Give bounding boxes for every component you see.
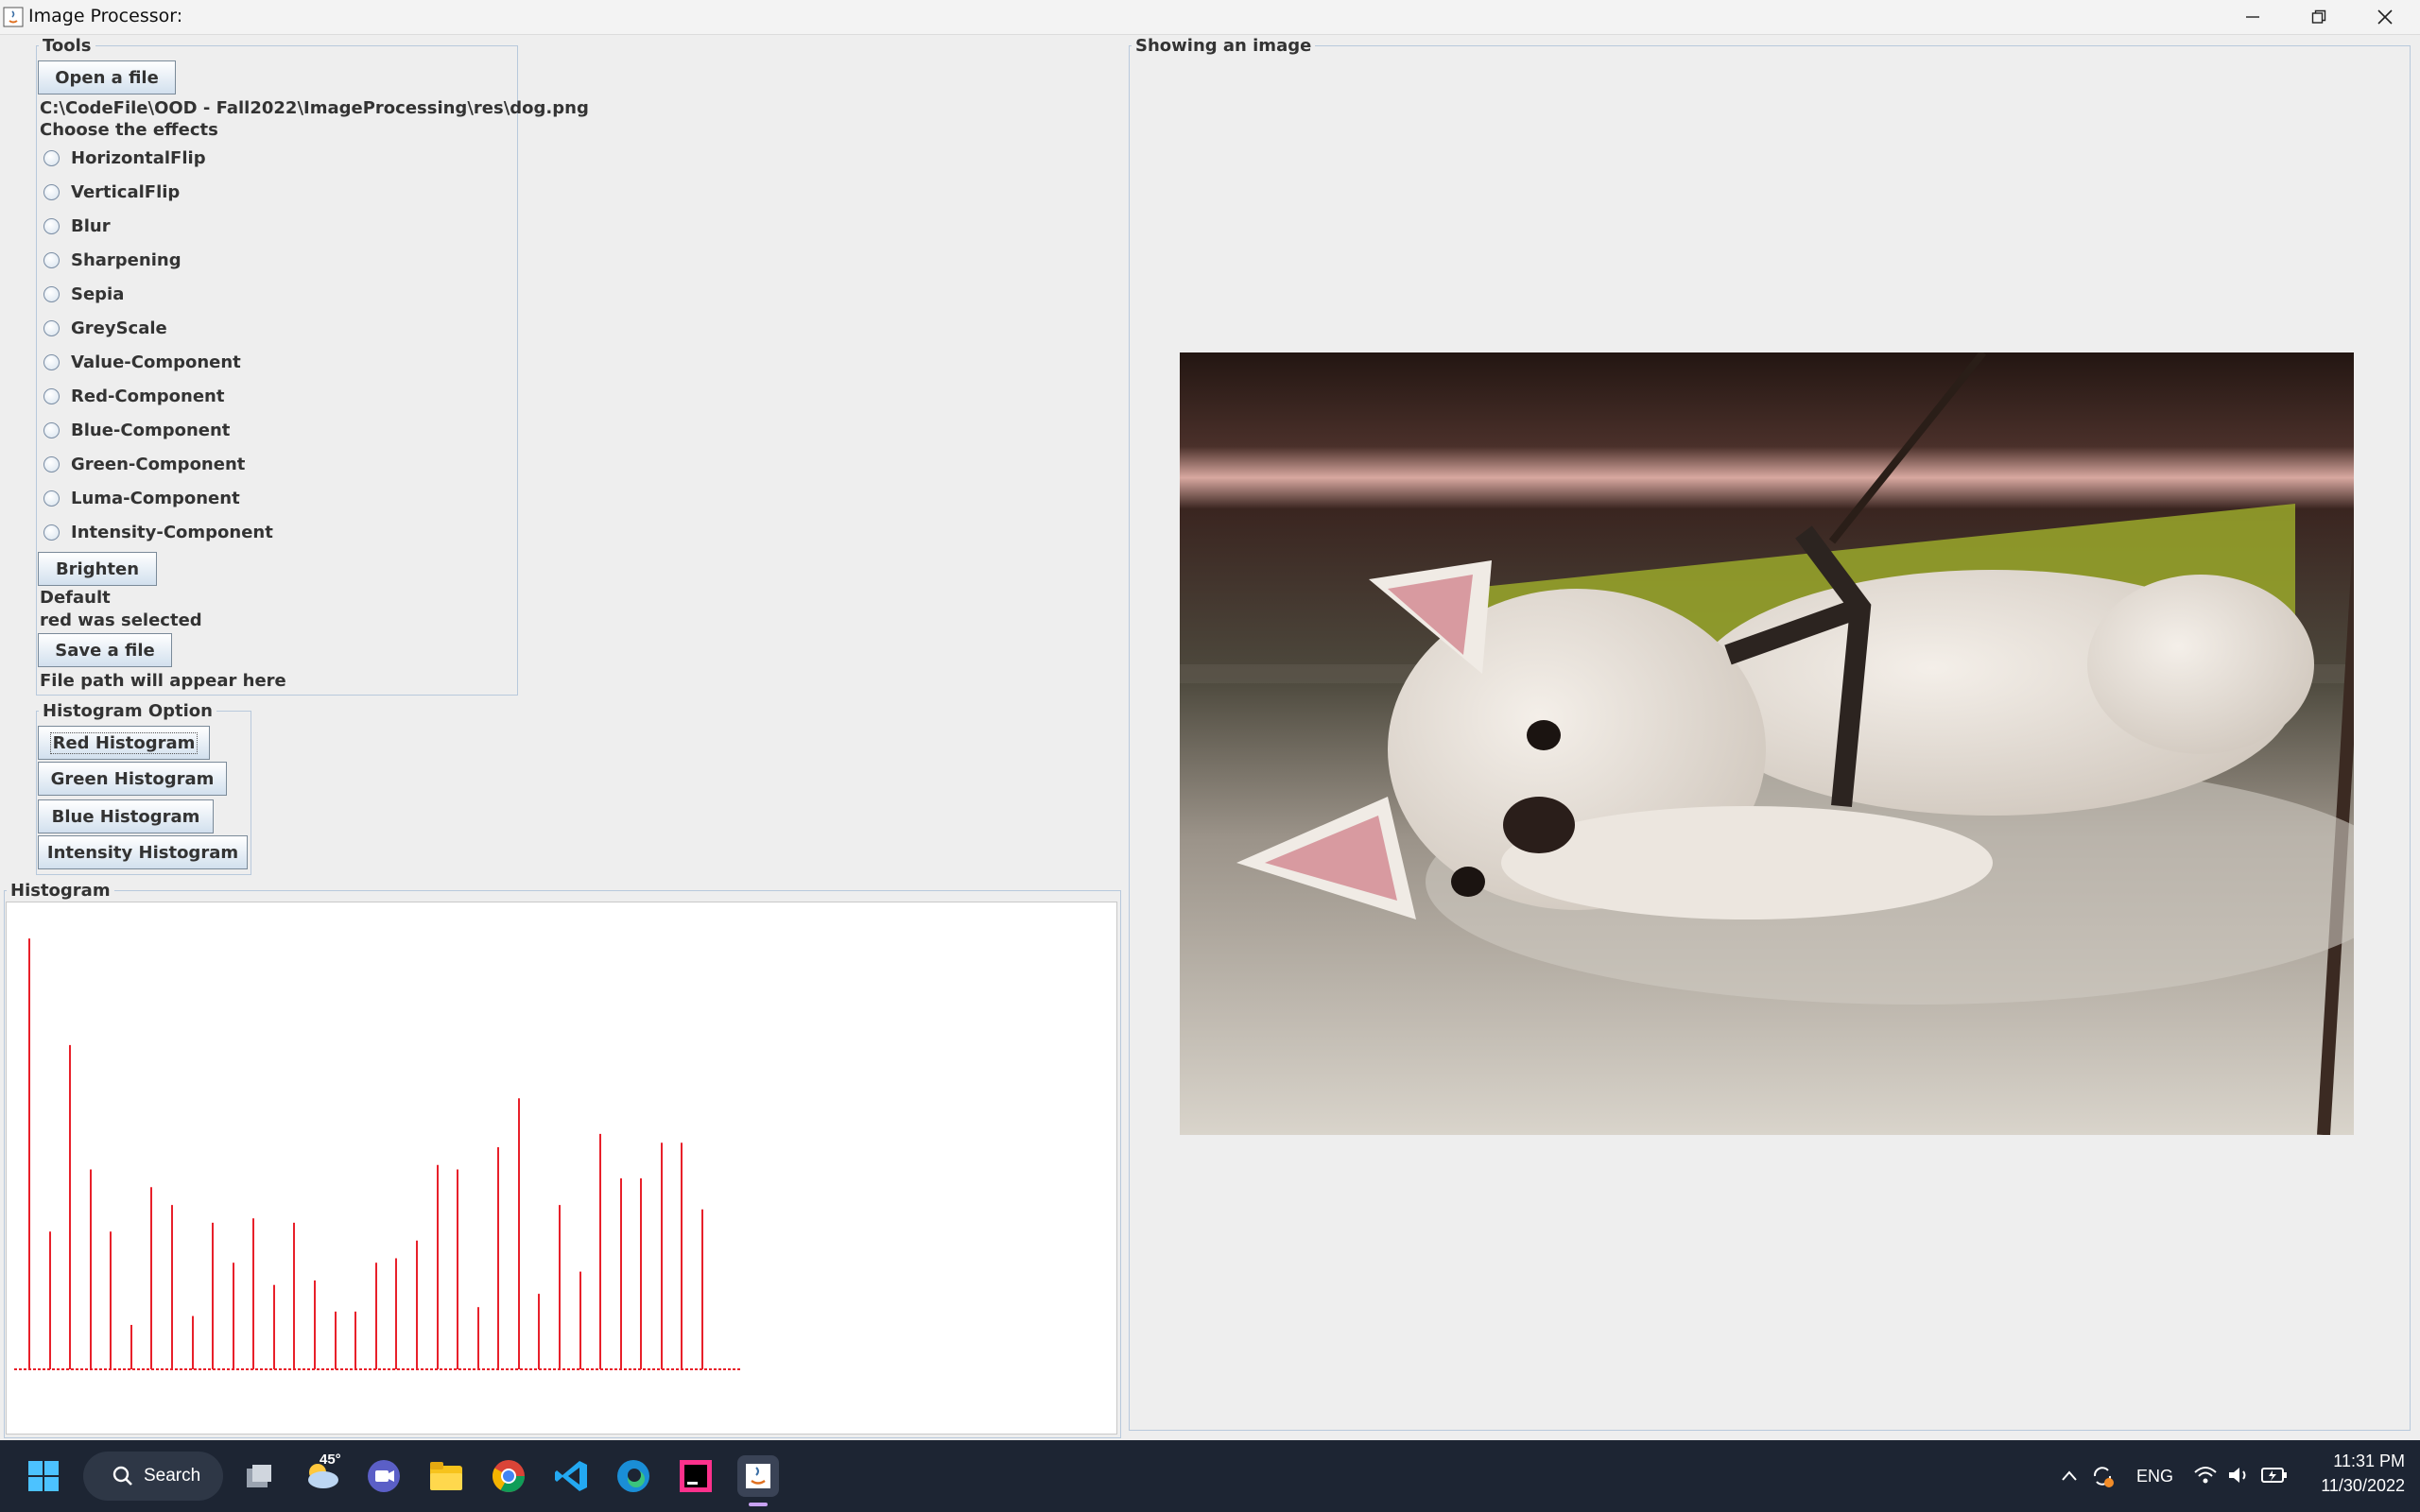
window-title: Image Processor: — [28, 6, 183, 26]
intellij-icon[interactable] — [675, 1455, 717, 1497]
file-path-label: C:\CodeFile\OOD - Fall2022\ImageProcessi… — [40, 98, 589, 118]
title-bar — [0, 0, 2420, 35]
restore-icon — [2311, 9, 2326, 24]
java-app-taskbar-icon[interactable] — [737, 1455, 779, 1497]
green-histogram-button[interactable]: Green Histogram — [38, 762, 227, 796]
radio-blur[interactable]: Blur — [43, 215, 111, 237]
sync-icon[interactable] — [2089, 1463, 2116, 1494]
radio-icon — [43, 421, 60, 438]
chrome-icon[interactable] — [488, 1455, 529, 1497]
radio-greyscale[interactable]: GreyScale — [43, 317, 167, 339]
radio-icon — [43, 524, 60, 541]
chevron-up-icon[interactable] — [2061, 1467, 2078, 1486]
status-default-label: Default — [40, 588, 111, 608]
radio-icon — [43, 455, 60, 472]
red-histogram-label: Red Histogram — [49, 731, 199, 754]
displayed-image — [1180, 352, 2354, 1135]
close-icon — [2377, 9, 2393, 25]
red-histogram-button[interactable]: Red Histogram — [38, 726, 210, 760]
close-button[interactable] — [2352, 0, 2418, 34]
radio-icon — [43, 251, 60, 268]
start-button[interactable] — [26, 1459, 60, 1493]
battery-icon[interactable] — [2261, 1467, 2288, 1488]
active-app-indicator — [749, 1503, 768, 1506]
radio-value-component[interactable]: Value-Component — [43, 351, 241, 373]
radio-sharpening[interactable]: Sharpening — [43, 249, 182, 271]
radio-icon — [43, 387, 60, 404]
radio-blue-component[interactable]: Blue-Component — [43, 419, 230, 441]
radio-red-component[interactable]: Red-Component — [43, 385, 224, 407]
search-label: Search — [144, 1466, 201, 1486]
volume-icon[interactable] — [2227, 1465, 2252, 1490]
blue-histogram-button[interactable]: Blue Histogram — [38, 799, 214, 833]
radio-icon — [43, 319, 60, 336]
status-selected-label: red was selected — [40, 610, 202, 630]
image-panel-legend: Showing an image — [1135, 36, 1312, 56]
teams-chat-icon[interactable] — [363, 1455, 405, 1497]
radio-icon — [43, 490, 60, 507]
weather-widget-icon[interactable]: 45° — [301, 1452, 342, 1493]
intensity-histogram-button[interactable]: Intensity Histogram — [38, 835, 248, 869]
weather-temp: 45° — [320, 1452, 341, 1468]
task-view-icon[interactable] — [238, 1455, 280, 1497]
tools-legend: Tools — [43, 36, 92, 56]
search-icon — [112, 1466, 132, 1486]
histogram-option-legend: Histogram Option — [43, 701, 213, 721]
open-file-button[interactable]: Open a file — [38, 60, 176, 94]
radio-green-component[interactable]: Green-Component — [43, 453, 245, 475]
radio-icon — [43, 285, 60, 302]
minimize-icon — [2246, 16, 2259, 18]
vscode-icon[interactable] — [550, 1455, 592, 1497]
windows-icon — [28, 1461, 59, 1491]
minimize-button[interactable] — [2220, 0, 2286, 34]
radio-luma-component[interactable]: Luma-Component — [43, 487, 240, 509]
language-indicator[interactable]: ENG — [2136, 1467, 2173, 1486]
radio-icon — [43, 183, 60, 200]
radio-icon — [43, 353, 60, 370]
choose-effects-label: Choose the effects — [40, 120, 218, 140]
radio-intensity-component[interactable]: Intensity-Component — [43, 521, 273, 543]
java-app-icon — [2, 6, 25, 28]
radio-sepia[interactable]: Sepia — [43, 283, 124, 305]
taskbar-search[interactable]: Search — [83, 1452, 223, 1501]
restore-button[interactable] — [2286, 0, 2352, 34]
wifi-icon[interactable] — [2193, 1465, 2218, 1490]
edge-icon[interactable] — [613, 1455, 654, 1497]
brighten-button[interactable]: Brighten — [38, 552, 157, 586]
radio-vertical-flip[interactable]: VerticalFlip — [43, 180, 180, 203]
save-file-button[interactable]: Save a file — [38, 633, 172, 667]
save-path-label: File path will appear here — [40, 671, 286, 691]
radio-horizontal-flip[interactable]: HorizontalFlip — [43, 146, 206, 169]
radio-icon — [43, 149, 60, 166]
clock-time[interactable]: 11:31 PM — [2307, 1452, 2405, 1471]
clock-date[interactable]: 11/30/2022 — [2307, 1476, 2405, 1496]
histogram-legend: Histogram — [10, 881, 111, 901]
radio-icon — [43, 217, 60, 234]
file-explorer-icon[interactable] — [425, 1455, 467, 1497]
histogram-canvas — [6, 902, 1117, 1435]
histogram-chart — [14, 938, 740, 1370]
